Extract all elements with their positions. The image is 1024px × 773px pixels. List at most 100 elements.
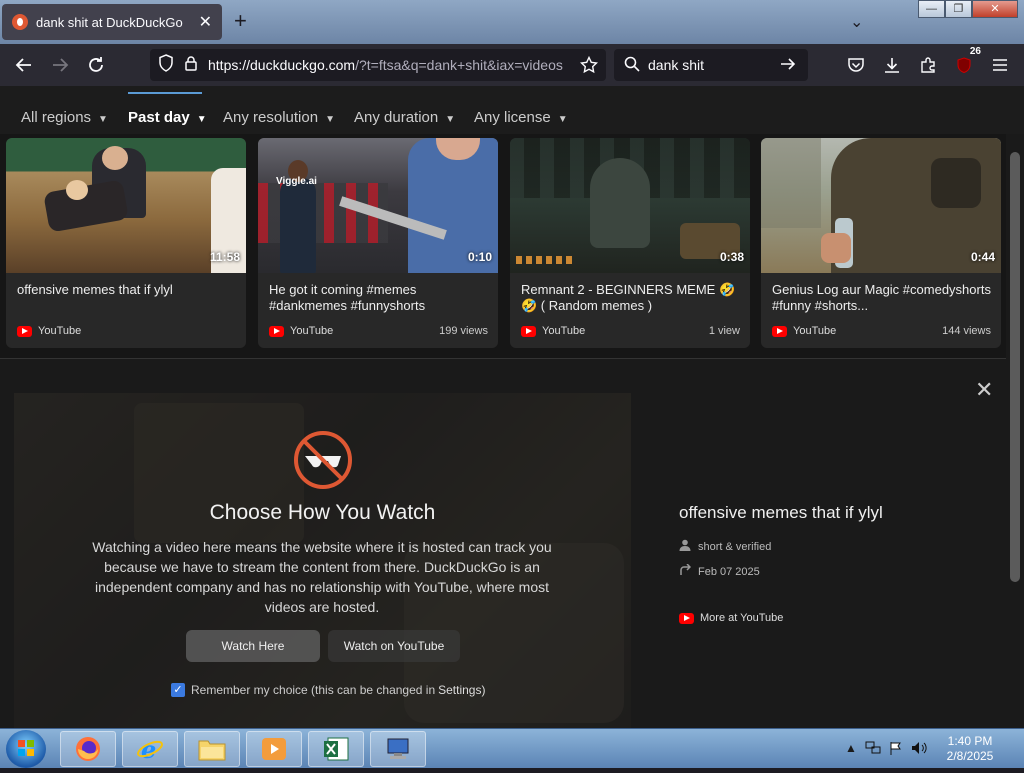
user-icon <box>679 539 692 554</box>
video-views: 199 views <box>439 325 488 337</box>
filter-time-dropdown[interactable]: Past day ▼ <box>128 109 207 126</box>
back-icon[interactable] <box>11 52 37 78</box>
minimize-button[interactable]: — <box>918 0 945 18</box>
tracking-protection-shield-icon[interactable] <box>158 53 174 77</box>
clock-time: 1:40 PM <box>947 734 993 748</box>
detail-date: Feb 07 2025 <box>679 563 760 579</box>
volume-icon[interactable] <box>911 741 927 758</box>
active-filter-underline <box>128 92 202 94</box>
youtube-icon <box>521 325 536 337</box>
video-title[interactable]: Genius Log aur Magic #comedyshorts #funn… <box>772 282 994 314</box>
video-card[interactable]: 0:38 Remnant 2 - BEGINNERS MEME 🤣🤣 ( Ran… <box>510 138 750 348</box>
windows-taskbar: e ▲ 1:40 PM 2/8/2025 <box>0 728 1024 768</box>
caret-down-icon: ▼ <box>325 114 335 125</box>
watch-on-youtube-button[interactable]: Watch on YouTube <box>328 630 460 662</box>
downloads-icon[interactable] <box>879 52 905 78</box>
start-button[interactable] <box>6 730 46 768</box>
video-player: Choose How You Watch Watching a video he… <box>14 393 631 728</box>
video-title[interactable]: offensive memes that if ylyl <box>17 282 239 298</box>
tab-strip: dank shit at DuckDuckGo ✕ + ⌄ — ❐ ✕ <box>0 0 1024 44</box>
taskbar-clock[interactable]: 1:40 PM 2/8/2025 <box>940 734 1000 764</box>
search-icon <box>624 56 640 75</box>
scrollbar-thumb[interactable] <box>1010 152 1020 582</box>
video-source-label: YouTube <box>542 325 586 337</box>
detail-date-text: Feb 07 2025 <box>698 565 760 578</box>
duckduckgo-favicon-icon <box>12 14 28 30</box>
show-hidden-icons-icon[interactable]: ▲ <box>845 741 857 758</box>
extensions-icon[interactable] <box>915 52 941 78</box>
close-window-button[interactable]: ✕ <box>972 0 1018 18</box>
video-source-label: YouTube <box>38 325 82 337</box>
tab-title: dank shit at DuckDuckGo <box>36 14 183 30</box>
bookmark-star-icon[interactable] <box>579 55 599 79</box>
url-path: /?t=ftsa&q=dank+shit&iax=videos <box>355 57 563 73</box>
close-detail-button[interactable]: ✕ <box>975 377 993 403</box>
go-arrow-icon[interactable] <box>780 56 796 75</box>
taskbar-internet-explorer-icon[interactable]: e <box>122 731 178 767</box>
filter-label: Any duration <box>354 109 439 126</box>
caret-down-icon: ▼ <box>196 114 207 125</box>
video-card[interactable]: 11:58 offensive memes that if ylyl YouTu… <box>6 138 246 348</box>
caret-down-icon: ▼ <box>98 114 108 125</box>
extension-badge: 26 <box>967 46 983 57</box>
pocket-icon[interactable] <box>843 52 869 78</box>
search-bar[interactable]: dank shit <box>614 49 808 81</box>
filter-duration-dropdown[interactable]: Any duration ▼ <box>354 109 455 126</box>
remember-choice-row: ✓ Remember my choice (this can be change… <box>171 683 485 697</box>
more-at-youtube-link[interactable]: More at YouTube <box>679 612 783 624</box>
lock-icon[interactable] <box>184 55 198 76</box>
maximize-button[interactable]: ❐ <box>945 0 972 18</box>
upload-arrow-icon <box>679 563 692 579</box>
filter-resolution-dropdown[interactable]: Any resolution ▼ <box>223 109 335 126</box>
video-card[interactable]: Viggle.ai 0:10 He got it coming #memes #… <box>258 138 498 348</box>
filter-license-dropdown[interactable]: Any license ▼ <box>474 109 568 126</box>
list-all-tabs-icon[interactable]: ⌄ <box>850 12 863 32</box>
reload-icon[interactable] <box>83 52 109 78</box>
youtube-icon <box>772 325 787 337</box>
taskbar-network-app-icon[interactable] <box>370 731 426 767</box>
address-bar[interactable]: https://duckduckgo.com/?t=ftsa&q=dank+sh… <box>150 49 606 81</box>
taskbar-media-player-icon[interactable] <box>246 731 302 767</box>
viggle-watermark: Viggle.ai <box>276 176 317 187</box>
privacy-explanation: Watching a video here means the website … <box>92 539 552 615</box>
forward-icon[interactable] <box>47 52 73 78</box>
ublock-extension-icon[interactable]: 26 <box>951 46 983 78</box>
action-center-flag-icon[interactable] <box>889 741 903 758</box>
video-thumbnail[interactable] <box>510 138 750 273</box>
tab-close-icon[interactable]: ✕ <box>199 12 212 32</box>
url-text[interactable]: https://duckduckgo.com/?t=ftsa&q=dank+sh… <box>208 57 568 73</box>
remember-choice-label: Remember my choice (this can be changed … <box>191 683 436 697</box>
video-duration: 0:44 <box>970 250 995 264</box>
youtube-icon <box>269 325 284 337</box>
navigation-toolbar: https://duckduckgo.com/?t=ftsa&q=dank+sh… <box>0 44 1024 86</box>
video-title[interactable]: Remnant 2 - BEGINNERS MEME 🤣🤣 ( Random m… <box>521 282 743 314</box>
clock-date: 2/8/2025 <box>946 749 994 763</box>
no-tracking-icon <box>293 430 353 490</box>
video-thumbnail[interactable]: Viggle.ai <box>258 138 498 273</box>
svg-text:e: e <box>141 735 156 763</box>
network-icon[interactable] <box>865 741 881 758</box>
youtube-icon <box>17 325 32 337</box>
video-source: YouTube <box>17 325 81 337</box>
settings-link[interactable]: Settings) <box>438 683 485 697</box>
menu-icon[interactable] <box>987 52 1013 78</box>
filter-region-dropdown[interactable]: All regions ▼ <box>21 109 108 126</box>
video-title[interactable]: He got it coming #memes #dankmemes #funn… <box>269 282 491 314</box>
taskbar-file-explorer-icon[interactable] <box>184 731 240 767</box>
new-tab-button[interactable]: + <box>234 10 247 32</box>
detail-video-title: offensive memes that if ylyl <box>679 503 883 522</box>
page-scrollbar[interactable] <box>1006 134 1024 728</box>
video-source: YouTube <box>772 325 836 337</box>
video-thumbnail[interactable] <box>761 138 1001 273</box>
active-tab[interactable]: dank shit at DuckDuckGo ✕ <box>2 4 222 40</box>
page-content: All regions ▼ Past day ▼ Any resolution ▼ A… <box>0 86 1024 728</box>
filter-label: Any resolution <box>223 109 319 126</box>
remember-choice-checkbox[interactable]: ✓ <box>171 683 185 697</box>
taskbar-excel-icon[interactable] <box>308 731 364 767</box>
video-card[interactable]: 0:44 Genius Log aur Magic #comedyshorts … <box>761 138 1001 348</box>
taskbar-firefox-icon[interactable] <box>60 731 116 767</box>
detail-channel-name[interactable]: short & verified <box>698 541 771 553</box>
caret-down-icon: ▼ <box>557 114 568 125</box>
video-detail-panel: Choose How You Watch Watching a video he… <box>0 359 1006 728</box>
watch-here-button[interactable]: Watch Here <box>186 630 320 662</box>
